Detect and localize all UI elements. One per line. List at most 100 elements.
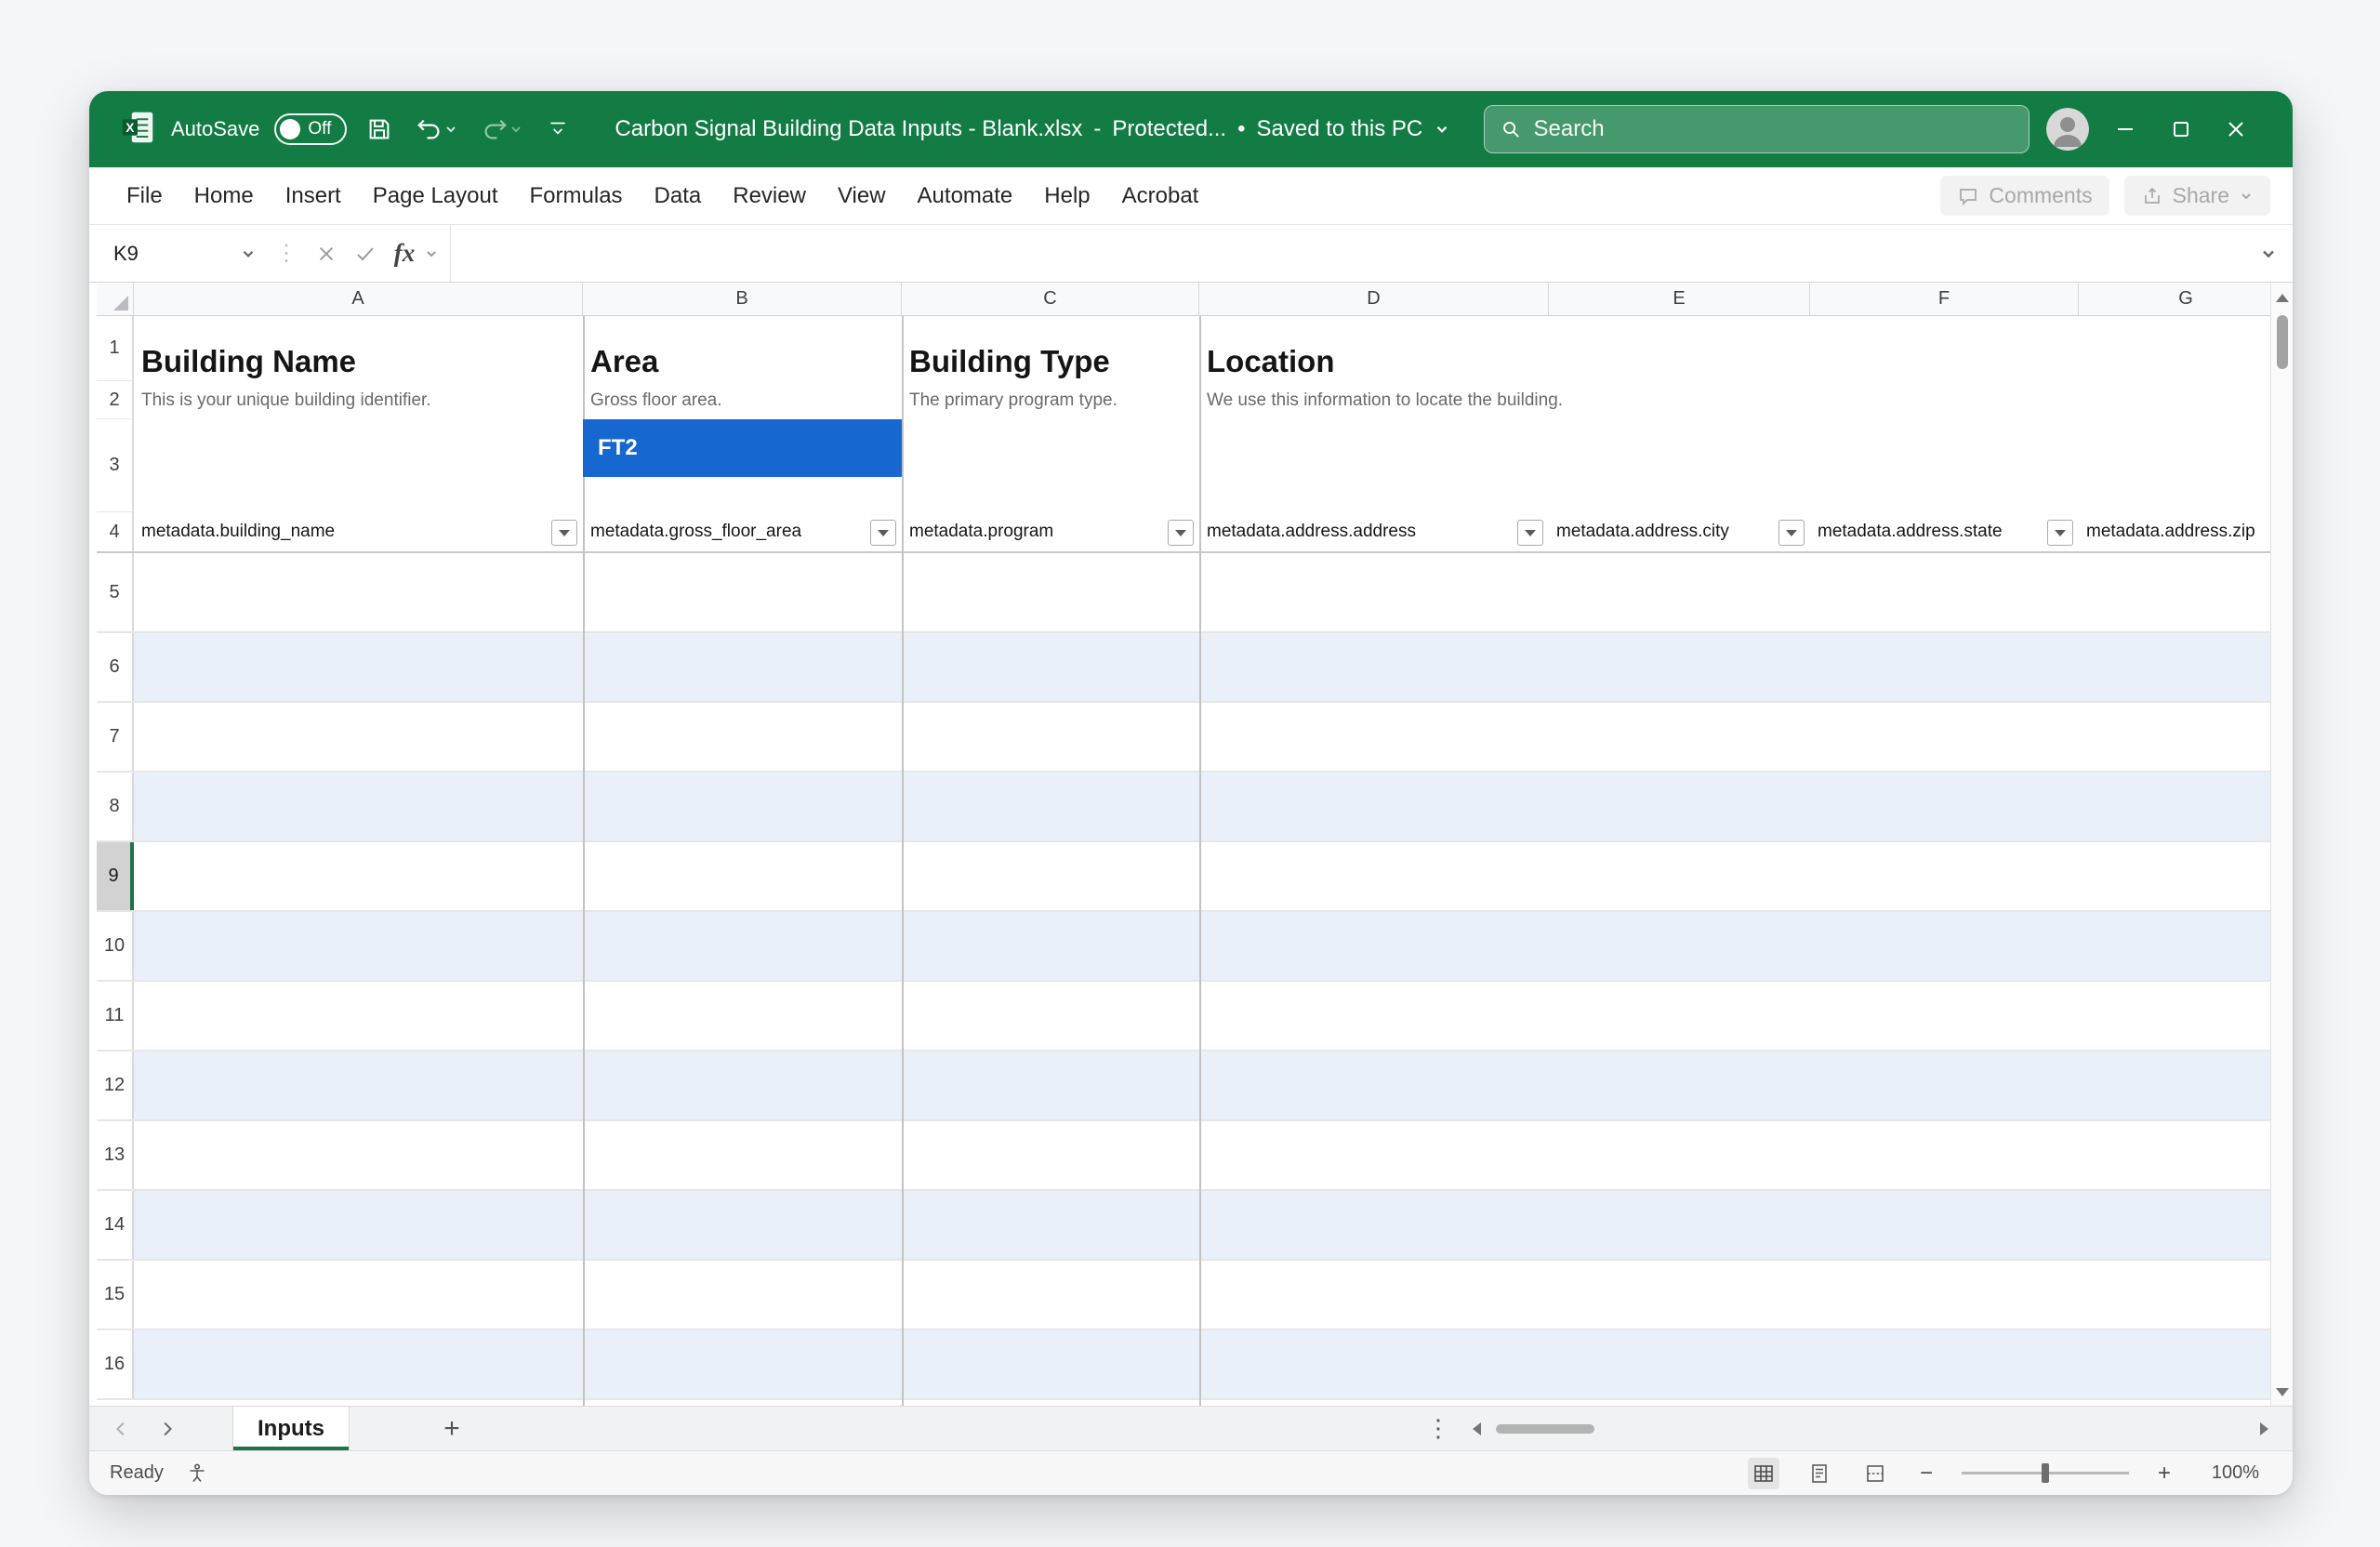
zoom-slider-thumb[interactable] [2042,1463,2049,1483]
sheet-tab-inputs[interactable]: Inputs [232,1407,350,1450]
zoom-slider[interactable] [1962,1472,2129,1474]
menu-formulas[interactable]: Formulas [530,183,623,209]
row-header-15[interactable]: 15 [97,1261,134,1329]
row-3-cells[interactable]: FT2 [134,419,2293,512]
scroll-down-arrow-icon[interactable] [2276,1388,2289,1396]
insert-function-chevron-icon[interactable] [424,246,439,261]
row-header-14[interactable]: 14 [97,1191,134,1259]
scroll-right-arrow-icon[interactable] [2260,1422,2268,1435]
row-1-cells[interactable]: Building Name Area Building Type Locatio… [134,316,2293,381]
save-button[interactable] [362,112,397,147]
normal-view-button[interactable] [1748,1458,1779,1489]
row-header-2[interactable]: 2 [97,381,134,419]
row-header-3[interactable]: 3 [97,419,134,512]
minimize-button[interactable] [2106,109,2145,150]
row-7-cells[interactable] [134,703,2293,771]
field-zip[interactable]: metadata.address.zip [2086,522,2255,542]
page-layout-view-button[interactable] [1804,1458,1835,1489]
next-sheet-icon[interactable] [156,1419,177,1439]
menu-help[interactable]: Help [1044,183,1090,209]
row-header-5[interactable]: 5 [97,553,134,631]
menu-automate[interactable]: Automate [918,183,1013,209]
add-sheet-button[interactable]: + [433,1413,470,1445]
customize-quick-access-button[interactable] [542,113,574,145]
horizontal-scrollbar[interactable] [1473,1417,2268,1441]
column-header-a[interactable]: A [134,283,583,315]
field-state[interactable]: metadata.address.state [1818,522,2003,542]
share-button[interactable]: Share [2124,176,2270,216]
row-15-cells[interactable] [134,1261,2293,1329]
row-header-13[interactable]: 13 [97,1121,134,1189]
column-header-e[interactable]: E [1549,283,1810,315]
row-header-8[interactable]: 8 [97,773,134,840]
row-16-cells[interactable] [134,1330,2293,1398]
search-box[interactable] [1484,105,2030,153]
field-gross-floor-area[interactable]: metadata.gross_floor_area [590,522,801,542]
accessibility-icon[interactable] [186,1462,208,1485]
page-break-view-button[interactable] [1859,1458,1891,1489]
row-header-16[interactable]: 16 [97,1330,134,1398]
tabbar-overflow-menu-icon[interactable]: ⋮ [1426,1414,1450,1443]
row-6-cells[interactable] [134,633,2293,701]
expand-formula-bar-icon[interactable] [2259,245,2278,263]
field-city[interactable]: metadata.address.city [1556,522,1729,542]
menu-acrobat[interactable]: Acrobat [1122,183,1199,209]
redo-button[interactable] [477,112,527,147]
previous-sheet-icon[interactable] [112,1419,132,1439]
row-header-11[interactable]: 11 [97,982,134,1050]
scroll-up-arrow-icon[interactable] [2276,294,2289,302]
saved-status-chevron-icon[interactable] [1434,121,1450,138]
user-avatar[interactable] [2046,108,2089,151]
row-header-12[interactable]: 12 [97,1051,134,1119]
row-13-cells[interactable] [134,1121,2293,1189]
row-header-9-selected[interactable]: 9 [97,842,134,910]
cancel-entry-button[interactable] [307,234,346,273]
formula-input[interactable] [450,225,2250,282]
column-header-f[interactable]: F [1810,283,2079,315]
dropdown-building-name[interactable] [551,520,577,546]
saved-status-label[interactable]: Saved to this PC [1256,116,1422,142]
row-header-10[interactable]: 10 [97,912,134,980]
menu-home[interactable]: Home [194,183,254,209]
row-14-cells[interactable] [134,1191,2293,1259]
column-header-g[interactable]: G [2079,283,2293,315]
dropdown-state[interactable] [2047,520,2073,546]
search-input[interactable] [1534,116,2015,142]
menu-view[interactable]: View [838,183,886,209]
horizontal-scroll-thumb[interactable] [1496,1424,1594,1434]
undo-button[interactable] [412,112,462,147]
zoom-level[interactable]: 100% [2200,1462,2259,1484]
row-12-cells[interactable] [134,1051,2293,1119]
comments-button[interactable]: Comments [1940,176,2109,216]
autosave-toggle[interactable]: Off [274,113,347,145]
row-header-1[interactable]: 1 [97,316,134,381]
dropdown-program[interactable] [1168,520,1194,546]
row-10-cells[interactable] [134,912,2293,980]
zoom-in-button[interactable]: + [2153,1461,2175,1487]
dropdown-city[interactable] [1778,520,1805,546]
field-address[interactable]: metadata.address.address [1207,522,1416,542]
dropdown-gross-floor-area[interactable] [870,520,896,546]
row-header-4[interactable]: 4 [97,512,134,551]
menu-page-layout[interactable]: Page Layout [373,183,498,209]
row-8-cells[interactable] [134,773,2293,840]
row-header-7[interactable]: 7 [97,703,134,771]
close-button[interactable] [2216,109,2255,150]
menu-insert[interactable]: Insert [285,183,341,209]
insert-function-button[interactable]: fx [385,234,424,273]
row-11-cells[interactable] [134,982,2293,1050]
row-4-cells[interactable]: metadata.building_name metadata.gross_fl… [134,512,2293,551]
row-2-cells[interactable]: This is your unique building identifier.… [134,381,2293,419]
row-9-cells[interactable] [134,842,2293,910]
maximize-button[interactable] [2162,109,2201,150]
zoom-out-button[interactable]: − [1915,1461,1937,1487]
name-box[interactable]: K9 [102,242,266,266]
scroll-left-arrow-icon[interactable] [1473,1422,1481,1435]
select-all-corner[interactable] [97,283,134,315]
menu-file[interactable]: File [126,183,163,209]
column-header-b[interactable]: B [583,283,902,315]
vertical-scroll-thumb[interactable] [2277,315,2288,369]
protected-label[interactable]: Protected... [1112,116,1226,142]
menu-review[interactable]: Review [733,183,806,209]
column-header-d[interactable]: D [1199,283,1549,315]
